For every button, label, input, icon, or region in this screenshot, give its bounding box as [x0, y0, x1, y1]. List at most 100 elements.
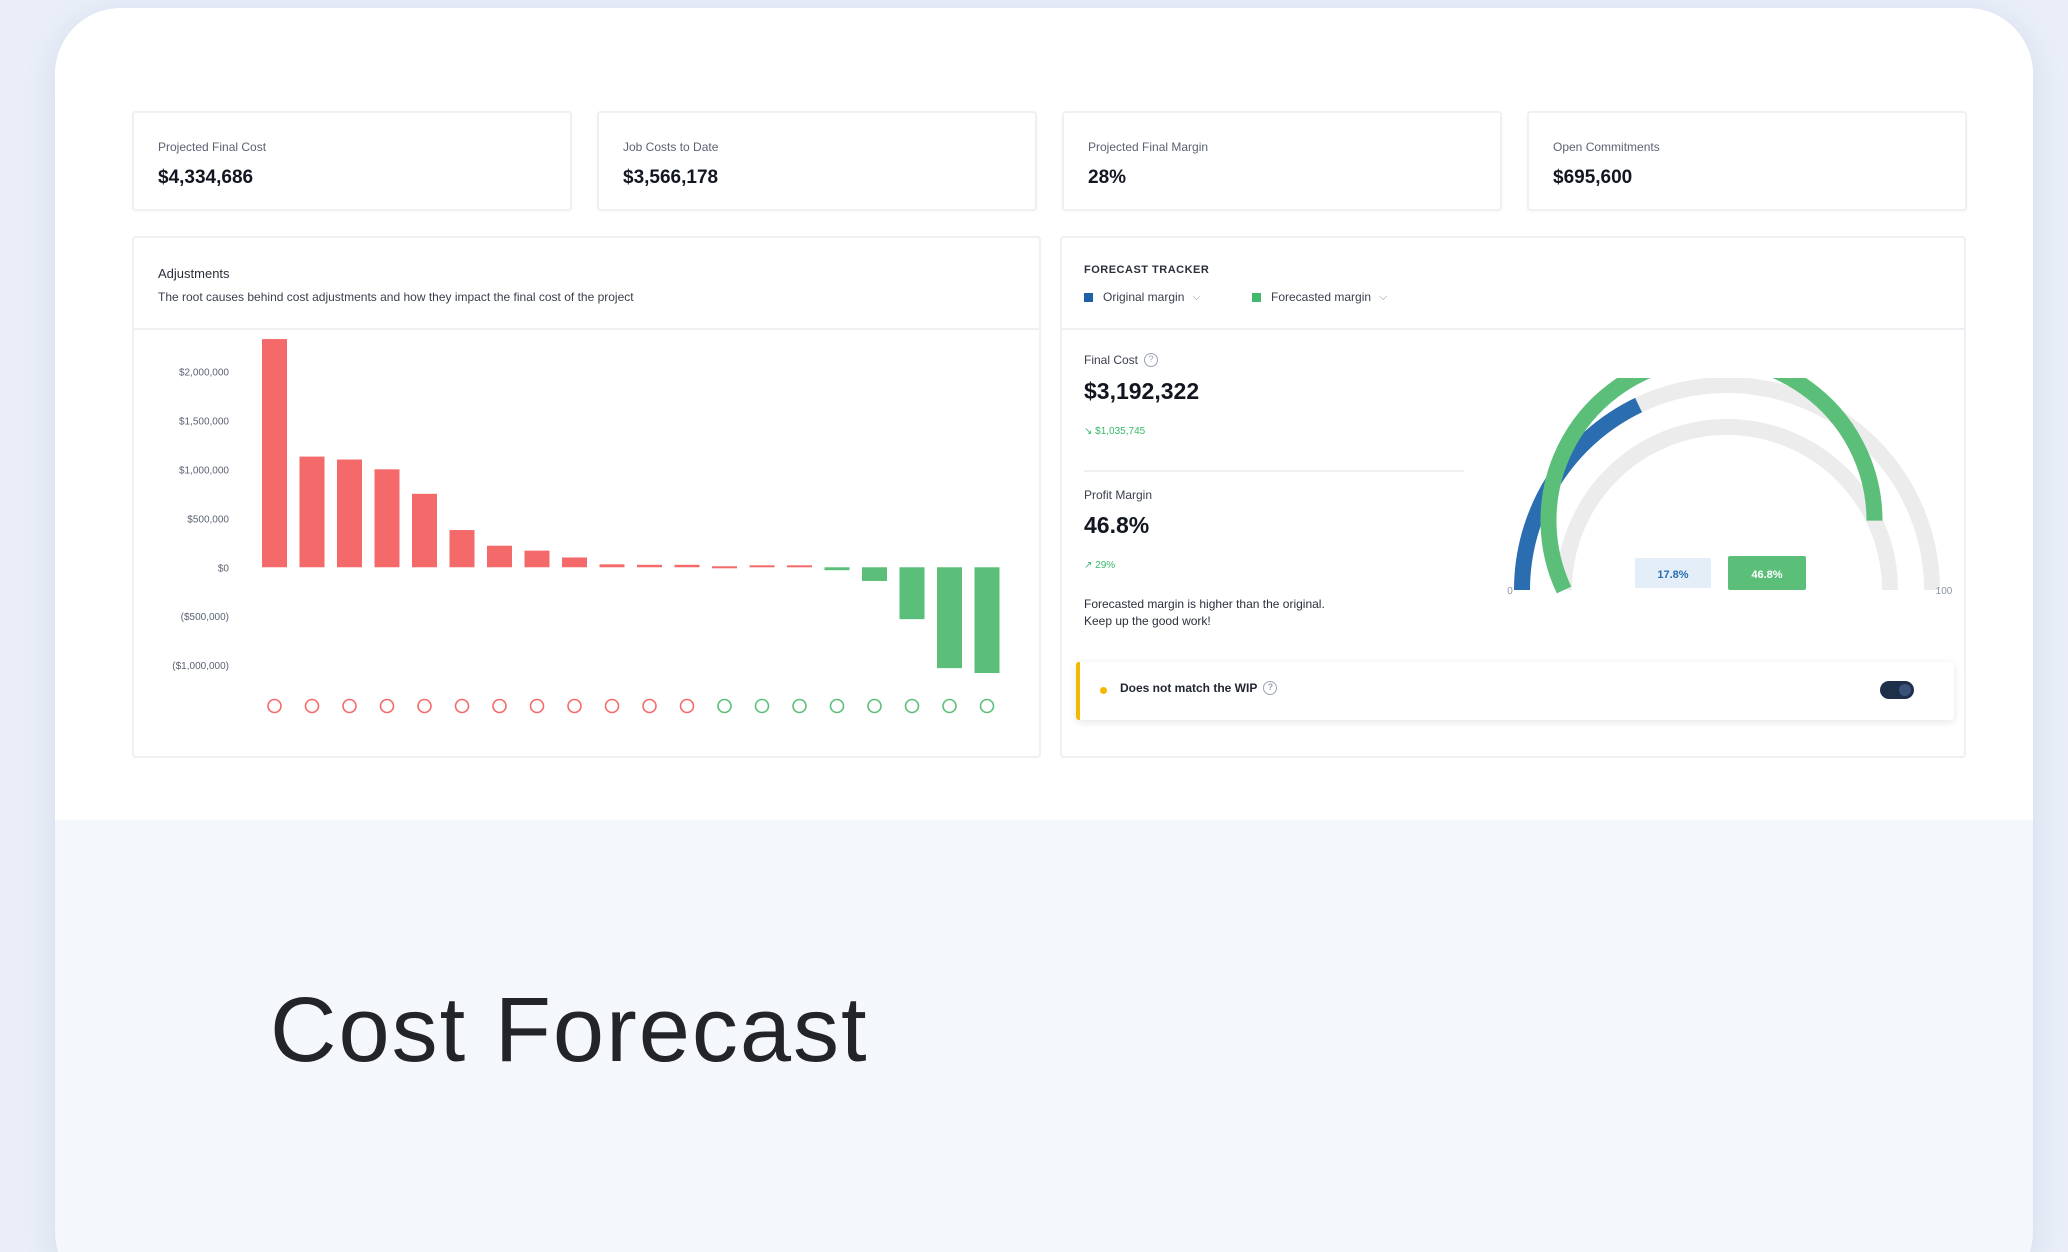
legend-original-margin[interactable]: Original margin ⌵	[1084, 290, 1201, 304]
kpi-open-commitments: Open Commitments $695,600	[1527, 111, 1967, 211]
y-tick-label: $500,000	[187, 514, 229, 525]
profit-margin-value: 46.8%	[1084, 512, 1150, 538]
adjustment-bar[interactable]	[412, 493, 437, 568]
adjustment-bar[interactable]	[937, 567, 962, 669]
adjustment-bar[interactable]	[824, 567, 850, 571]
forecast-tracker-title: FORECAST TRACKER	[1084, 264, 1210, 276]
adjustment-bar[interactable]	[262, 339, 287, 568]
card-title: Cost Forecast	[270, 979, 869, 1081]
gauge-max-label: 100	[1936, 586, 1952, 597]
category-icon[interactable]	[342, 698, 357, 714]
toggle-knob	[1899, 684, 1911, 696]
wip-alert: Does not match the WIP ?	[1076, 662, 1954, 720]
help-icon[interactable]: ?	[1144, 353, 1159, 367]
category-icon[interactable]	[267, 698, 282, 714]
y-tick-label: $0	[218, 563, 230, 574]
category-icon[interactable]	[492, 698, 507, 714]
warning-dot-icon	[1100, 687, 1107, 694]
adjustment-bar[interactable]	[487, 545, 512, 568]
adjustment-bar[interactable]	[862, 567, 887, 581]
help-icon[interactable]: ?	[1263, 681, 1278, 695]
kpi-label: Job Costs to Date	[623, 140, 719, 154]
cost-forecast-card[interactable]: Projected Final Cost $4,334,686 Job Cost…	[55, 8, 2033, 1252]
adjustment-bar[interactable]	[674, 564, 700, 568]
final-cost-label-row: Final Cost ?	[1084, 353, 1159, 367]
adjustments-header: Adjustments The root causes behind cost …	[134, 238, 1039, 330]
category-icon[interactable]	[454, 698, 470, 714]
forecast-note: Forecasted margin is higher than the ori…	[1084, 596, 1325, 630]
adjustment-bar[interactable]	[562, 557, 587, 568]
forecast-note-line1: Forecasted margin is higher than the ori…	[1084, 597, 1325, 611]
adjustments-bar-chart: $2,000,000 $1,500,000 $1,000,000 $500,000 $0…	[172, 339, 1000, 714]
kpi-projected-final-cost: Projected Final Cost $4,334,686	[132, 111, 572, 211]
adjustment-bar[interactable]	[749, 565, 775, 568]
y-tick-label: ($500,000)	[181, 612, 229, 623]
forecast-header: FORECAST TRACKER Original margin ⌵ Forec…	[1062, 238, 1964, 330]
adjustments-panel: Adjustments The root causes behind cost …	[132, 236, 1041, 758]
adjustment-bar[interactable]	[524, 550, 550, 568]
divider	[1084, 470, 1464, 472]
y-tick-label: ($1,000,000)	[172, 661, 229, 672]
category-icon[interactable]	[604, 698, 620, 714]
category-icon[interactable]	[942, 698, 957, 714]
category-icon[interactable]	[417, 698, 432, 714]
forecast-value-text: 46.8%	[1751, 569, 1782, 581]
adjustment-bar[interactable]	[337, 459, 362, 568]
adjustment-bar[interactable]	[637, 564, 662, 568]
kpi-label: Projected Final Margin	[1088, 140, 1209, 154]
kpi-value: $4,334,686	[158, 167, 254, 188]
adjustment-bar[interactable]	[449, 530, 475, 568]
category-icon[interactable]	[529, 698, 545, 714]
category-icon[interactable]	[754, 698, 770, 714]
wip-text: Does not match the WIP	[1120, 681, 1258, 695]
legend-forecast-label: Forecasted margin	[1271, 290, 1372, 304]
dashboard-screenshot: Projected Final Cost $4,334,686 Job Cost…	[55, 8, 2033, 820]
final-cost-value: $3,192,322	[1084, 378, 1200, 404]
category-icon[interactable]	[904, 698, 920, 714]
category-icon[interactable]	[304, 698, 320, 714]
adjustments-title: Adjustments	[158, 266, 230, 281]
chevron-down-icon: ⌵	[1379, 290, 1388, 303]
forecast-note-line2: Keep up the good work!	[1084, 614, 1211, 628]
final-cost-label: Final Cost	[1084, 353, 1139, 367]
final-cost-delta: ↘ $1,035,745	[1084, 426, 1146, 437]
kpi-job-costs-to-date: Job Costs to Date $3,566,178	[597, 111, 1037, 211]
original-value-text: 17.8%	[1657, 569, 1688, 581]
legend-original-label: Original margin	[1103, 290, 1185, 304]
adjustments-subtitle: The root causes behind cost adjustments …	[158, 290, 634, 304]
profit-margin-label-row: Profit Margin	[1084, 488, 1152, 502]
adjustment-bar[interactable]	[299, 456, 325, 568]
category-icon[interactable]	[829, 698, 845, 714]
y-tick-label: $2,000,000	[179, 367, 229, 378]
kpi-value: $3,566,178	[623, 167, 719, 188]
wip-text-row: Does not match the WIP ?	[1120, 681, 1278, 695]
category-icon[interactable]	[792, 698, 807, 714]
category-icon[interactable]	[567, 698, 582, 714]
category-icon[interactable]	[642, 698, 657, 714]
chevron-down-icon: ⌵	[1192, 290, 1201, 303]
profit-margin-label: Profit Margin	[1084, 488, 1153, 502]
adjustment-bar[interactable]	[712, 566, 737, 569]
kpi-value: $695,600	[1553, 167, 1633, 188]
adjustment-bar[interactable]	[374, 469, 400, 568]
original-swatch	[1084, 292, 1093, 302]
gauge-inner-track	[1556, 419, 1898, 591]
kpi-label: Open Commitments	[1553, 140, 1660, 154]
adjustment-bar[interactable]	[787, 565, 812, 568]
profit-margin-delta: ↗ 29%	[1084, 560, 1116, 571]
adjustment-bar[interactable]	[599, 564, 625, 568]
category-icon[interactable]	[867, 698, 882, 714]
y-tick-label: $1,500,000	[179, 416, 229, 427]
category-icon[interactable]	[379, 698, 395, 714]
kpi-value: 28%	[1088, 167, 1127, 188]
y-tick-label: $1,000,000	[179, 465, 229, 476]
margin-gauge: 17.8% 46.8% 0 100	[1507, 378, 1952, 597]
adjustment-bar[interactable]	[899, 567, 925, 620]
gauge-min-label: 0	[1507, 586, 1513, 597]
category-icon[interactable]	[717, 698, 732, 714]
wip-toggle[interactable]	[1880, 681, 1914, 699]
legend-forecasted-margin[interactable]: Forecasted margin ⌵	[1252, 290, 1387, 304]
adjustment-bar[interactable]	[974, 567, 1000, 674]
category-icon[interactable]	[679, 698, 695, 714]
category-icon[interactable]	[979, 698, 995, 714]
